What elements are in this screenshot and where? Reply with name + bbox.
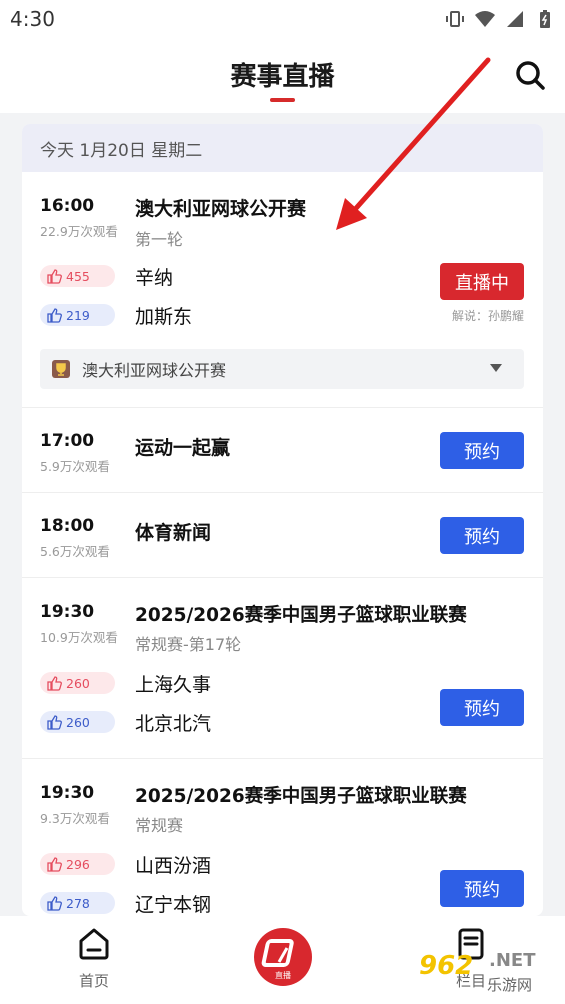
item-time: 16:00: [40, 196, 95, 216]
team2-name: 加斯东: [135, 306, 193, 328]
home-icon: [79, 928, 109, 960]
thumb-up-icon: [47, 857, 62, 872]
thumb-up-icon: [47, 676, 62, 691]
title-indicator: [270, 98, 295, 102]
item-views: 5.6万次观看: [40, 544, 110, 559]
item-views: 5.9万次观看: [40, 459, 110, 474]
wifi-icon: [475, 11, 495, 27]
reserve-button[interactable]: 预约: [440, 689, 524, 726]
team1-name: 上海久事: [135, 674, 212, 696]
like-count: 296: [66, 856, 90, 872]
battery-icon: [540, 10, 550, 28]
item-round: 第一轮: [135, 230, 184, 249]
date-bar: 今天 1月20日 星期二: [22, 124, 543, 172]
nav-home-label: 首页: [78, 972, 109, 990]
like-badge-team1[interactable]: 260: [40, 672, 115, 694]
like-count: 260: [66, 714, 90, 730]
status-icons: [445, 9, 555, 29]
team1-name: 辛纳: [135, 267, 174, 289]
reserve-button[interactable]: 预约: [440, 517, 524, 554]
item-views: 22.9万次观看: [40, 224, 118, 239]
header: 赛事直播: [0, 38, 565, 113]
schedule-card: 今天 1月20日 星期二 16:00 22.9万次观看 澳大利亚网球公开赛 第一…: [22, 124, 543, 916]
like-count: 455: [66, 268, 90, 284]
nav-home[interactable]: 首页: [54, 926, 134, 991]
list-item[interactable]: 19:30 10.9万次观看 2025/2026赛季中国男子篮球职业联赛 常规赛…: [22, 578, 543, 759]
cellular-icon: [507, 11, 523, 27]
item-event: 2025/2026赛季中国男子篮球职业联赛: [135, 605, 467, 626]
thumb-up-icon: [47, 308, 62, 323]
item-round: 常规赛: [135, 816, 184, 835]
status-time: 4:30: [10, 7, 55, 31]
item-round: 常规赛-第17轮: [135, 635, 242, 654]
live-logo-icon: 直播: [261, 939, 294, 980]
item-event: 2025/2026赛季中国男子篮球职业联赛: [135, 786, 467, 807]
watermark-sub: 乐游网: [487, 976, 533, 994]
item-event: 体育新闻: [135, 522, 212, 544]
thumb-up-icon: [47, 715, 62, 730]
item-time: 19:30: [40, 783, 95, 803]
item-event: 运动一起赢: [135, 437, 231, 459]
like-count: 278: [66, 895, 90, 911]
page-title: 赛事直播: [230, 62, 335, 92]
reserve-button[interactable]: 预约: [440, 432, 524, 469]
event-dropdown[interactable]: 澳大利亚网球公开赛: [40, 349, 524, 389]
thumb-up-icon: [47, 269, 62, 284]
item-time: 17:00: [40, 431, 95, 451]
watermark-number: 962: [419, 951, 474, 981]
item-views: 10.9万次观看: [40, 630, 118, 645]
list-item-live[interactable]: 16:00 22.9万次观看 澳大利亚网球公开赛 第一轮 455 辛纳 219 …: [22, 172, 543, 408]
like-badge-team2[interactable]: 260: [40, 711, 115, 733]
trophy-icon: [52, 360, 70, 378]
thumb-up-icon: [47, 896, 62, 911]
reserve-button[interactable]: 预约: [440, 870, 524, 907]
nav-live-button[interactable]: 直播: [254, 928, 312, 986]
item-time: 19:30: [40, 602, 95, 622]
team2-name: 辽宁本钢: [135, 894, 212, 916]
item-time: 18:00: [40, 516, 95, 536]
watermark-net: .NET: [489, 950, 536, 971]
vibrate-icon: [446, 11, 464, 27]
nav-center-label: 直播: [275, 970, 291, 980]
like-badge-team1[interactable]: 296: [40, 853, 115, 875]
team1-name: 山西汾酒: [135, 855, 212, 877]
chevron-down-icon: [490, 364, 502, 372]
dropdown-label: 澳大利亚网球公开赛: [82, 361, 227, 380]
like-count: 260: [66, 675, 90, 691]
list-item[interactable]: 19:30 9.3万次观看 2025/2026赛季中国男子篮球职业联赛 常规赛 …: [22, 759, 543, 916]
list-item[interactable]: 17:00 5.9万次观看 运动一起赢 预约: [22, 408, 543, 493]
like-badge-team2[interactable]: 219: [40, 304, 115, 326]
bottom-nav: 首页 直播 栏目 962 .NET 乐游网: [0, 916, 565, 1004]
like-count: 219: [66, 307, 90, 323]
like-badge-team1[interactable]: 455: [40, 265, 115, 287]
like-badge-team2[interactable]: 278: [40, 892, 115, 914]
item-views: 9.3万次观看: [40, 811, 110, 826]
search-icon[interactable]: [513, 58, 547, 92]
list-item[interactable]: 18:00 5.6万次观看 体育新闻 预约: [22, 493, 543, 578]
commentary-label: 解说：孙鹏耀: [451, 309, 524, 323]
status-bar: 4:30: [0, 0, 565, 38]
team2-name: 北京北汽: [135, 713, 212, 735]
item-event: 澳大利亚网球公开赛: [135, 198, 307, 220]
live-button[interactable]: 直播中: [440, 263, 524, 300]
watermark-logo: 962 .NET 乐游网: [399, 946, 559, 996]
